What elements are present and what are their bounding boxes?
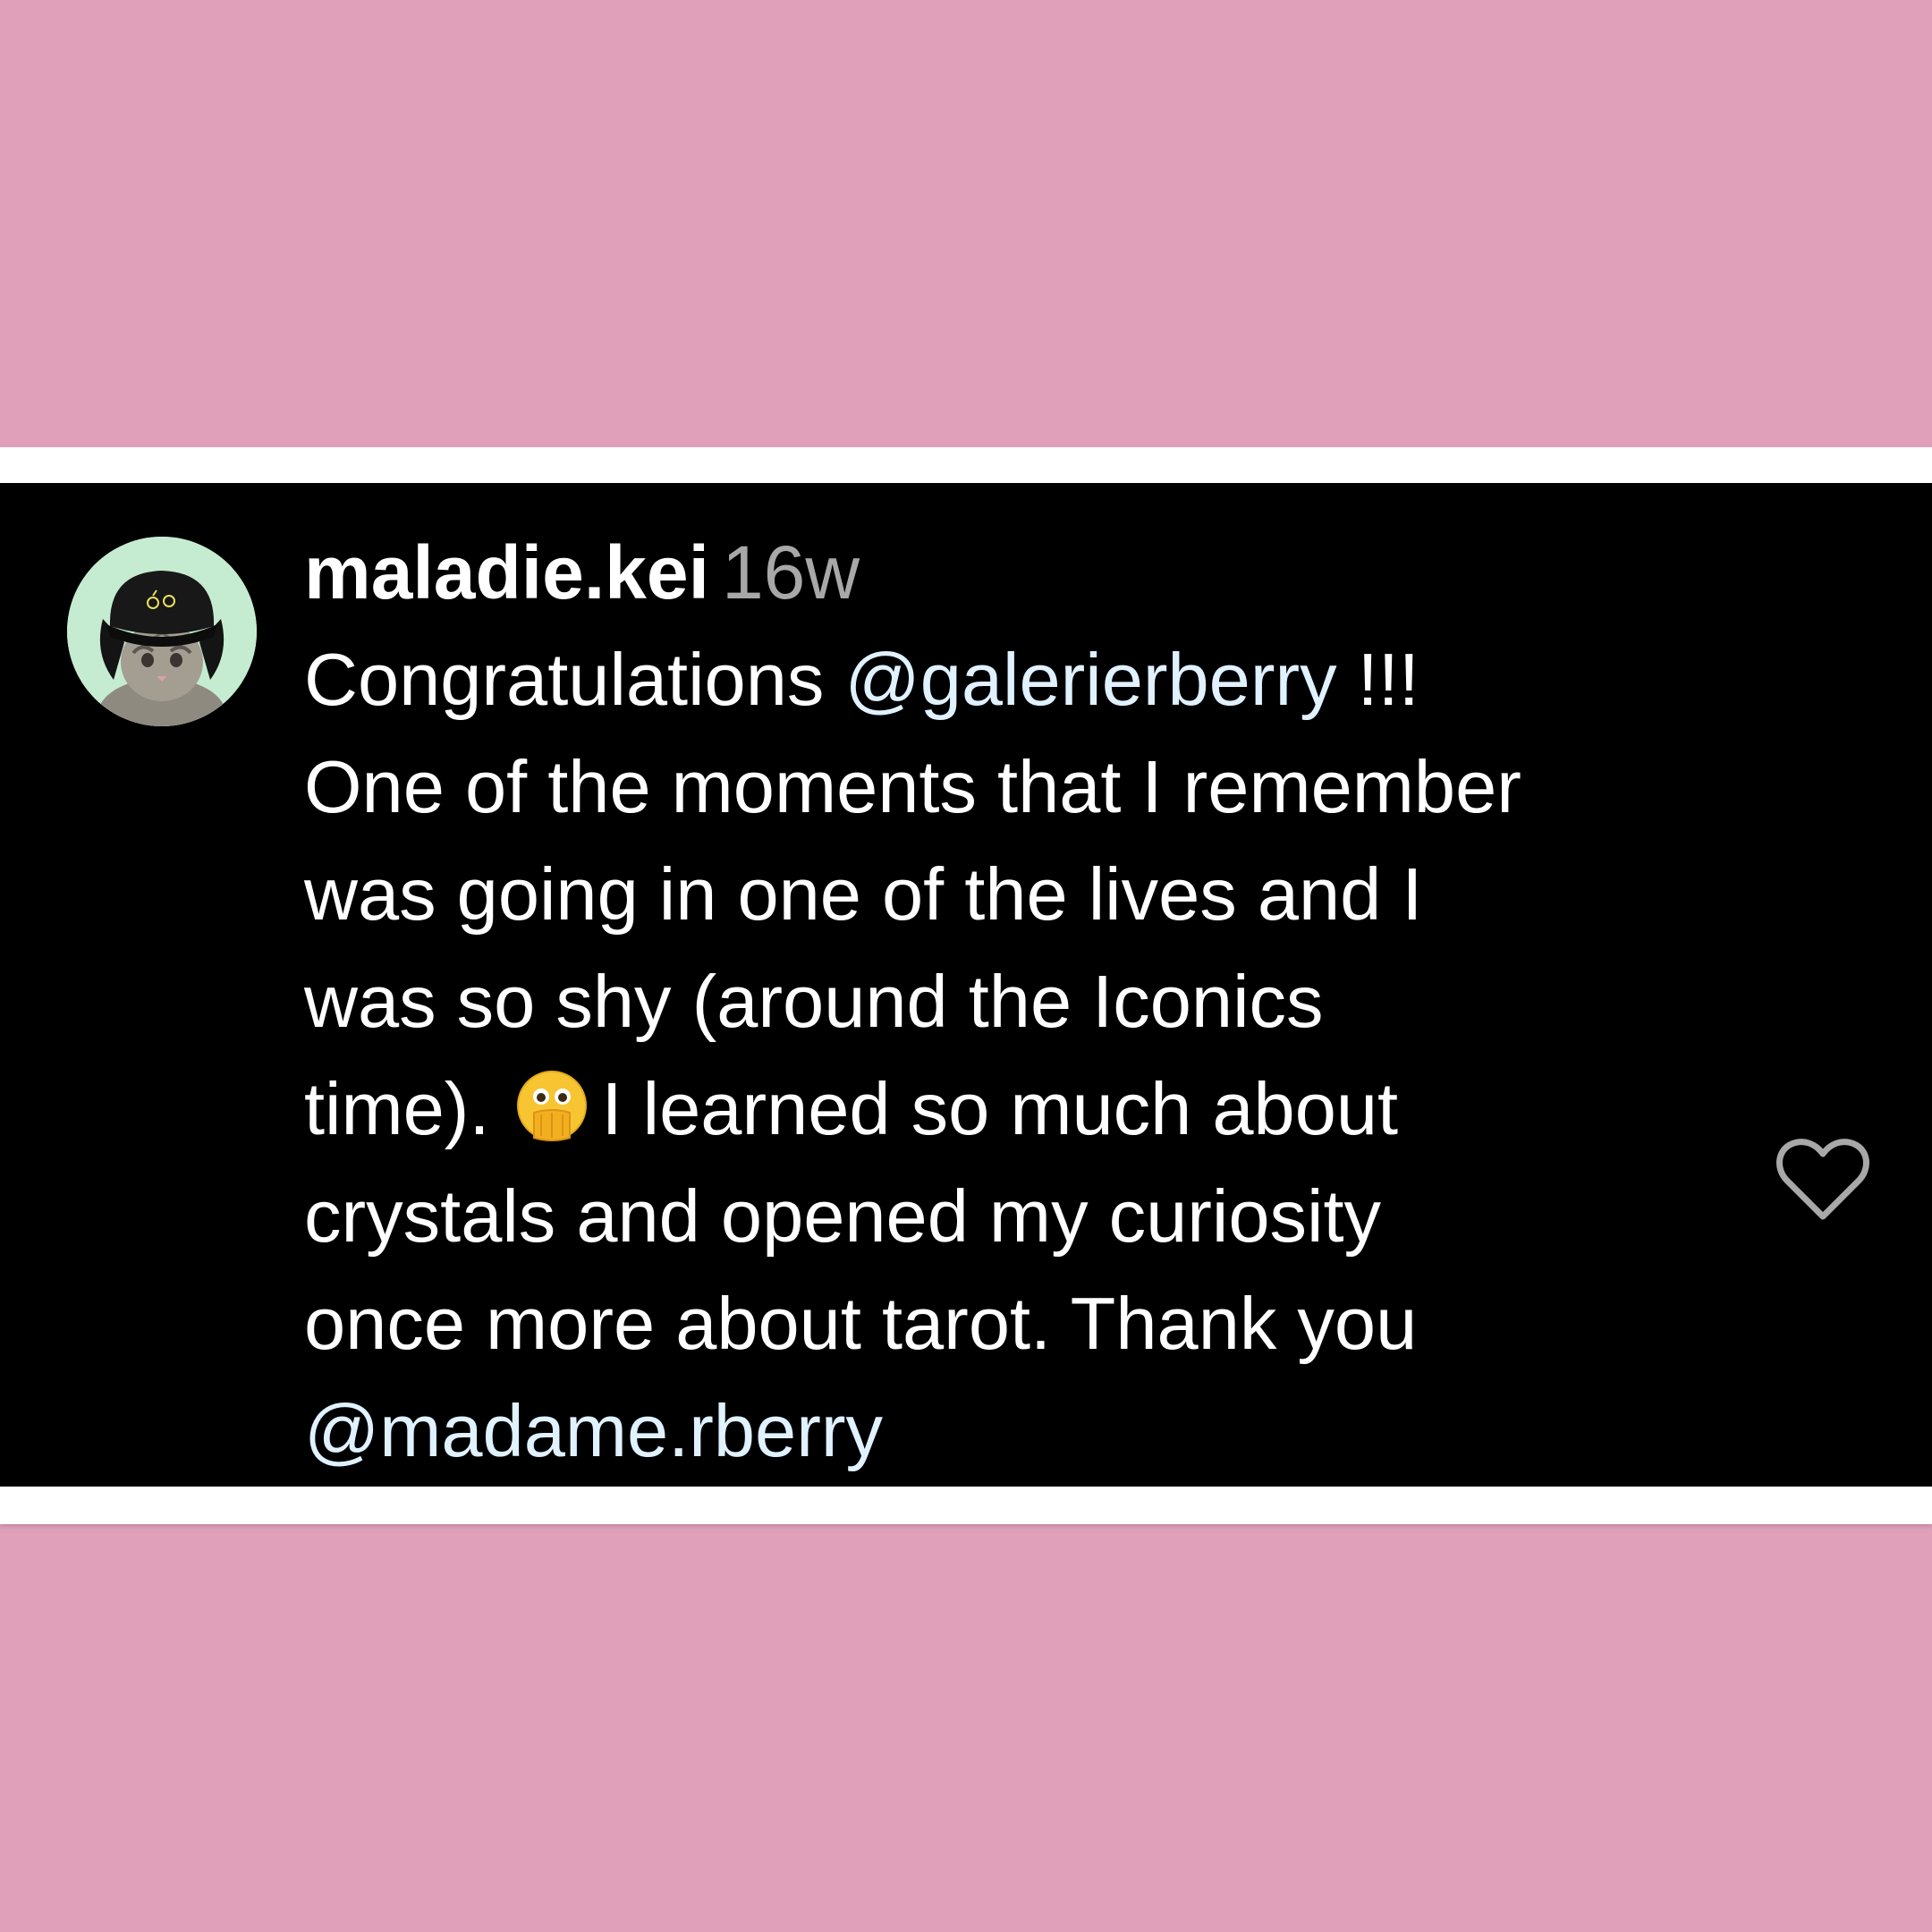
username-link[interactable]: maladie.kei — [304, 530, 709, 614]
frame-bottom-border — [0, 1487, 1932, 1524]
comment-timestamp[interactable]: 16w — [722, 530, 860, 614]
comment-line: @madame.rberry — [304, 1377, 1753, 1485]
user-avatar[interactable] — [67, 537, 257, 726]
comment-line: One of the moments that I remember — [304, 745, 1521, 828]
comment-line: was going in one of the lives and I — [304, 852, 1423, 936]
comment-card: maladie.kei 16w Congratulations @galerier… — [0, 483, 1932, 1487]
comment-line: once more about tarot. Thank you — [304, 1282, 1418, 1365]
comment-header: maladie.kei 16w — [304, 519, 1753, 626]
comment-text: Congratulations @galerierberry !!! One o… — [304, 626, 1753, 1485]
cat-avatar-icon — [67, 537, 257, 726]
comment-line: crystals and opened my curiosity — [304, 1174, 1382, 1258]
comment-line: time). I learned so much about — [304, 1067, 1399, 1150]
comment-content: maladie.kei 16w Congratulations @galerier… — [304, 519, 1753, 1485]
comment-line: was so shy (around the Iconics — [304, 960, 1324, 1043]
shocked-face-emoji-icon — [514, 1068, 589, 1143]
mention-madame-rberry[interactable]: @madame.rberry — [304, 1389, 883, 1472]
comment-line: Congratulations @galerierberry !!! — [304, 638, 1419, 721]
frame-top-border — [0, 447, 1932, 483]
like-heart-icon[interactable] — [1774, 1136, 1872, 1225]
mention-galerierberry[interactable]: @galerierberry — [844, 638, 1336, 721]
